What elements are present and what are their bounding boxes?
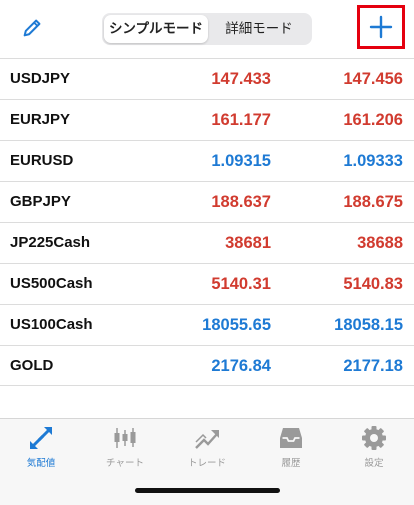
bid-price: 2176.84 <box>211 357 271 375</box>
tab-simple-mode[interactable]: シンプルモード <box>104 15 208 43</box>
trade-icon <box>195 430 219 449</box>
bid-price: 18055.65 <box>202 316 271 334</box>
add-symbol-button[interactable] <box>357 5 405 49</box>
bid-price: 147.433 <box>211 70 271 88</box>
symbol-label: GOLD <box>10 357 54 374</box>
ask-price: 147.456 <box>343 70 403 88</box>
symbol-label: JP225Cash <box>10 234 91 251</box>
symbol-label: EURJPY <box>10 111 71 128</box>
ask-price: 38688 <box>357 234 403 252</box>
quote-row[interactable]: US500Cash 5140.31 5140.83 <box>0 263 414 304</box>
tab-label: チャート <box>106 458 144 469</box>
tab-label: トレード <box>187 458 226 469</box>
ask-price: 188.675 <box>343 193 403 211</box>
tab-label: 設定 <box>364 458 384 469</box>
bid-price: 188.637 <box>211 193 271 211</box>
quote-row[interactable]: US100Cash 18055.65 18058.15 <box>0 304 414 345</box>
tab-settings[interactable]: 設定 <box>339 425 409 469</box>
tab-trade[interactable]: トレード <box>172 425 242 469</box>
ask-price: 161.206 <box>343 111 403 129</box>
symbol-label: GBPJPY <box>10 193 71 210</box>
bid-price: 1.09315 <box>211 152 271 170</box>
settings-icon <box>362 426 386 450</box>
symbol-label: USDJPY <box>10 70 71 87</box>
ask-price: 1.09333 <box>343 152 403 170</box>
tab-detail-mode[interactable]: 詳細モード <box>208 15 310 43</box>
tab-label: 気配値 <box>26 458 56 469</box>
tab-label: 履歴 <box>281 458 301 469</box>
tab-history[interactable]: 履歴 <box>256 425 326 469</box>
edit-button[interactable] <box>18 14 46 42</box>
ask-price: 18058.15 <box>334 316 403 334</box>
symbol-label: US500Cash <box>10 275 93 292</box>
tab-quotes[interactable]: 気配値 <box>6 425 76 469</box>
symbol-label: US100Cash <box>10 316 93 333</box>
quote-row[interactable]: GBPJPY 188.637 188.675 <box>0 181 414 222</box>
ask-price: 5140.83 <box>343 275 403 293</box>
ask-price: 2177.18 <box>343 357 403 375</box>
quote-row[interactable]: JP225Cash 38681 38688 <box>0 222 414 263</box>
symbol-label: EURUSD <box>10 152 74 169</box>
tab-chart[interactable]: チャート <box>90 425 160 469</box>
bid-price: 161.177 <box>211 111 271 129</box>
bid-price: 38681 <box>225 234 271 252</box>
quotes-list: USDJPY 147.433 147.456 EURJPY 161.177 16… <box>0 58 414 386</box>
history-icon <box>280 428 302 448</box>
quotes-icon <box>30 427 52 449</box>
home-indicator <box>135 488 280 493</box>
pencil-icon <box>23 19 41 37</box>
quote-row[interactable]: USDJPY 147.433 147.456 <box>0 58 414 99</box>
plus-icon <box>369 15 393 39</box>
bid-price: 5140.31 <box>211 275 271 293</box>
quote-row[interactable]: EURUSD 1.09315 1.09333 <box>0 140 414 181</box>
mode-segmented-control: シンプルモード 詳細モード <box>102 13 312 45</box>
chart-icon <box>114 428 136 448</box>
quote-row[interactable]: GOLD 2176.84 2177.18 <box>0 345 414 386</box>
quote-row[interactable]: EURJPY 161.177 161.206 <box>0 99 414 140</box>
top-bar: シンプルモード 詳細モード <box>0 0 414 58</box>
